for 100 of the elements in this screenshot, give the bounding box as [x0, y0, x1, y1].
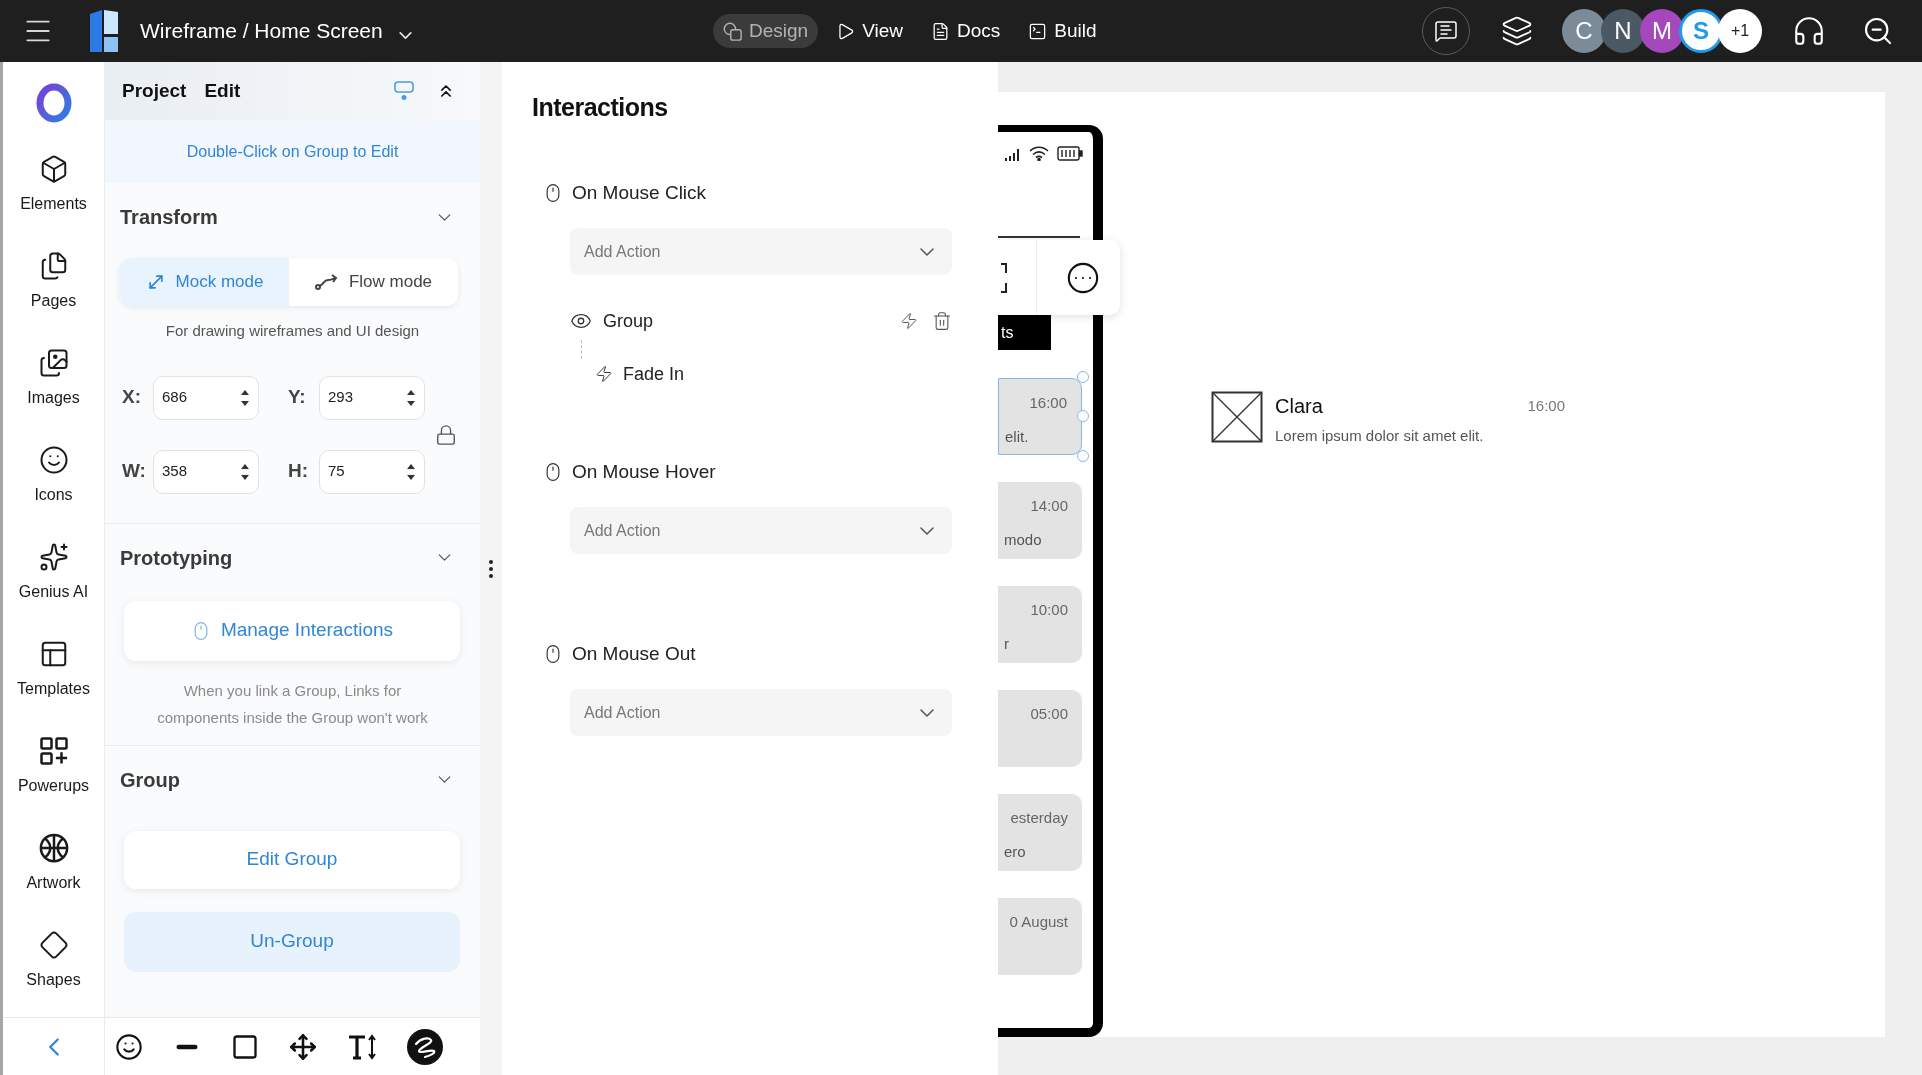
lock-icon[interactable] — [435, 423, 457, 446]
layers-icon[interactable] — [1501, 15, 1533, 47]
section-title: Transform — [120, 205, 218, 230]
message-card[interactable]: 16:00 elit. — [998, 378, 1082, 455]
rail-item[interactable]: Artwork — [3, 823, 104, 920]
contact-name: Clara — [1275, 394, 1323, 419]
chat-icon — [1434, 19, 1458, 43]
logo-icon[interactable] — [90, 10, 118, 52]
action-select[interactable]: Add Action — [570, 228, 952, 275]
text-size-icon[interactable] — [347, 1033, 377, 1060]
mode-caption: For drawing wireframes and UI design — [164, 321, 421, 341]
number-field[interactable]: 75 — [319, 449, 425, 494]
section-title: Group — [120, 767, 180, 793]
message-time: 05:00 — [1030, 703, 1068, 724]
rail-item[interactable]: Genius AI — [3, 532, 104, 629]
message-time: 16:00 — [1527, 395, 1565, 416]
effect-label[interactable]: Fade In — [623, 360, 685, 388]
edit-group-button[interactable]: Edit Group — [124, 830, 460, 889]
panel-tab[interactable]: Project — [122, 76, 187, 106]
message-preview: ero — [1004, 841, 1026, 862]
message-preview: Lorem ipsum dolor sit amet elit. — [1275, 426, 1485, 446]
monitor-icon[interactable] — [394, 81, 414, 101]
play-icon — [836, 21, 856, 41]
message-card[interactable]: esterday ero — [998, 794, 1082, 871]
bolt-icon[interactable] — [900, 312, 918, 330]
chevron-down-icon — [920, 247, 934, 256]
mode-option[interactable]: Flow mode — [289, 258, 458, 306]
message-time: 16:00 — [1029, 392, 1067, 413]
sparkles-icon — [38, 542, 69, 572]
headphones-icon[interactable] — [1792, 14, 1826, 48]
grid-plus-icon — [38, 736, 69, 766]
event-title: On Mouse Hover — [572, 459, 716, 484]
mode-tab[interactable]: Build — [1018, 14, 1107, 48]
mode-tab[interactable]: View — [826, 14, 913, 48]
smiley-icon — [38, 445, 69, 475]
field-label: W: — [122, 459, 147, 484]
message-card[interactable]: 10:00 r — [998, 586, 1082, 663]
message-card[interactable]: 05:00 — [998, 690, 1082, 767]
more-users-count[interactable]: +1 — [1718, 9, 1762, 53]
message-preview: elit. — [1005, 426, 1029, 447]
bolt-icon — [595, 365, 613, 383]
chevron-down-icon — [920, 526, 934, 535]
ball-icon — [38, 833, 69, 863]
diamond-icon — [38, 930, 69, 960]
message-card[interactable]: 0 August — [998, 898, 1082, 975]
avatar[interactable]: M — [1640, 9, 1684, 53]
rail-item[interactable]: Elements — [3, 144, 104, 241]
mode-option[interactable]: Mock mode — [120, 258, 289, 306]
trash-icon[interactable] — [932, 311, 952, 331]
panel-tab[interactable]: Edit — [204, 76, 241, 106]
prototyping-note: When you link a Group, Links for components inside the Group won't work — [156, 680, 429, 728]
message-card[interactable]: 14:00 modo — [998, 482, 1082, 559]
scribble-icon[interactable] — [407, 1028, 443, 1065]
number-field[interactable]: 293 — [319, 375, 425, 420]
avatar[interactable]: N — [1601, 9, 1645, 53]
tab-shape: ts — [998, 315, 1051, 350]
field-label: Y: — [288, 385, 307, 410]
section-title: Prototyping — [120, 545, 233, 571]
rail-item[interactable]: Powerups — [3, 726, 104, 823]
bracket-icon[interactable] — [1000, 262, 1008, 293]
rectangle-icon[interactable] — [231, 1032, 259, 1061]
file-title: Wireframe / Home Screen — [140, 18, 383, 45]
message-time: 10:00 — [1030, 599, 1068, 620]
move-icon[interactable] — [289, 1032, 317, 1061]
wifi-icon — [1029, 146, 1049, 161]
field-label: X: — [122, 385, 142, 410]
shapes-icon — [723, 21, 742, 41]
rail-item[interactable]: Pages — [3, 241, 104, 338]
chevron-down-icon — [920, 708, 934, 717]
manage-interactions-button[interactable]: Manage Interactions — [124, 600, 460, 661]
selection-handle[interactable] — [1077, 371, 1089, 383]
event-title: On Mouse Click — [572, 180, 707, 205]
rail-item[interactable]: Images — [3, 338, 104, 435]
field-label: H: — [288, 459, 310, 484]
more-icon[interactable] — [1066, 260, 1100, 295]
terminal-icon — [1028, 21, 1048, 41]
zoom-out-icon[interactable] — [1862, 15, 1894, 47]
battery-icon — [1057, 146, 1083, 161]
message-time: 14:00 — [1030, 495, 1068, 516]
number-field[interactable]: 358 — [153, 449, 259, 494]
ring-logo-icon[interactable] — [35, 83, 72, 123]
action-select[interactable]: Add Action — [570, 507, 952, 554]
drag-handle-icon[interactable] — [489, 559, 493, 578]
mode-tab[interactable]: Docs — [921, 14, 1011, 48]
mode-tab[interactable]: Design — [713, 14, 819, 48]
message-preview: modo — [1004, 529, 1042, 550]
number-field[interactable]: 686 — [153, 375, 259, 420]
message-time: esterday — [1010, 807, 1068, 828]
action-select[interactable]: Add Action — [570, 689, 952, 736]
hint-banner: Double-Click on Group to Edit — [105, 120, 480, 183]
signal-icon — [1005, 149, 1021, 161]
action-target[interactable]: Group — [603, 307, 654, 335]
rail-item[interactable]: Templates — [3, 629, 104, 726]
rail-item[interactable]: Shapes — [3, 920, 104, 1017]
rail-item[interactable]: Icons — [3, 435, 104, 532]
images-icon — [38, 348, 69, 378]
smiley-icon[interactable] — [115, 1032, 143, 1061]
message-time: 0 August — [1009, 911, 1068, 932]
selection-handle[interactable] — [1077, 450, 1089, 462]
image-placeholder-icon — [1211, 391, 1263, 443]
